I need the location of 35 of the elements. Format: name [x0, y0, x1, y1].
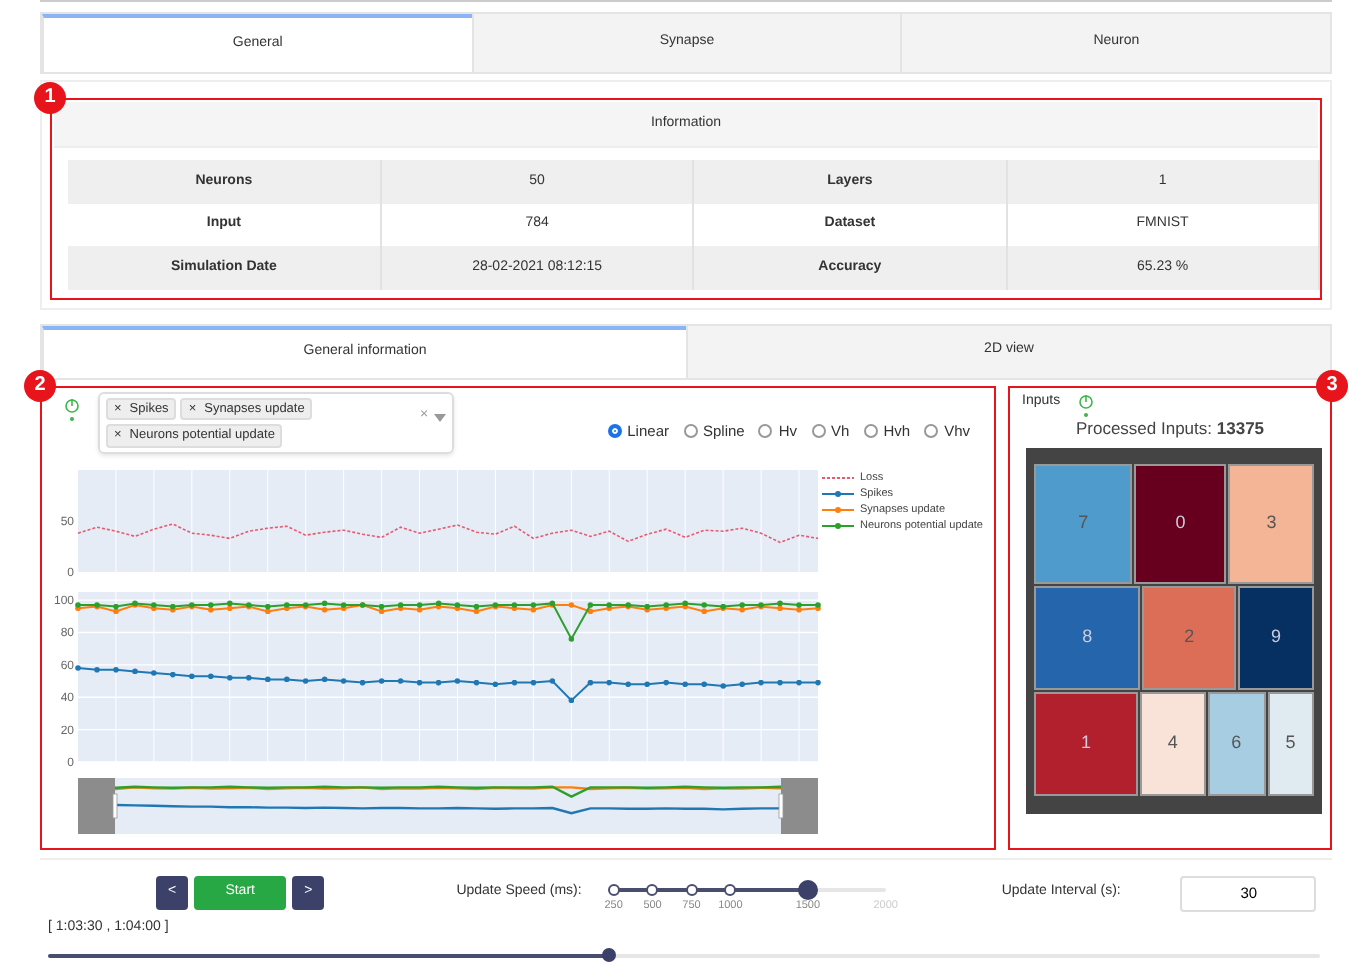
radio-button[interactable]	[811, 423, 826, 438]
treemap-cell: 7	[1034, 463, 1133, 584]
radio-button[interactable]	[924, 423, 939, 438]
legend-line-icon	[822, 490, 854, 499]
slider-thumb[interactable]	[601, 947, 616, 962]
treemap-cell: 8	[1034, 585, 1141, 690]
callout-badge: 2	[24, 369, 56, 402]
processed-label: Processed Inputs:	[1075, 417, 1213, 438]
treemap-cell: 3	[1228, 463, 1314, 584]
processed-value: 13375	[1216, 417, 1265, 438]
power-icon[interactable]	[62, 397, 82, 422]
treemap-cell: 1	[1034, 691, 1139, 796]
radio-button[interactable]	[607, 423, 622, 438]
radio-button[interactable]	[758, 423, 773, 438]
treemap-cell: 5	[1267, 691, 1314, 796]
radio-button[interactable]	[683, 423, 697, 438]
slider-thumb[interactable]	[797, 879, 818, 900]
radio-button[interactable]	[863, 423, 878, 438]
treemap-cell: 2	[1142, 585, 1236, 690]
treemap-cell: 9	[1237, 585, 1315, 690]
callout-badge: 3	[1316, 369, 1348, 402]
treemap-cell: 4	[1140, 691, 1206, 796]
treemap-cell: 0	[1134, 463, 1227, 584]
slider-mark-dot[interactable]	[607, 883, 620, 896]
treemap-cell: 6	[1207, 691, 1266, 796]
slider-mark-dot[interactable]	[724, 883, 737, 896]
slider-mark-dot[interactable]	[685, 883, 698, 896]
slider-mark-dot[interactable]	[646, 883, 659, 896]
legend-line-icon	[822, 506, 854, 515]
legend-line-icon	[822, 522, 854, 531]
callout-badge: 1	[34, 82, 66, 114]
caret-icon[interactable]	[434, 413, 447, 422]
power-icon[interactable]	[1076, 393, 1097, 418]
legend-line-icon	[822, 474, 854, 483]
time-slider-track[interactable]	[48, 953, 1320, 958]
